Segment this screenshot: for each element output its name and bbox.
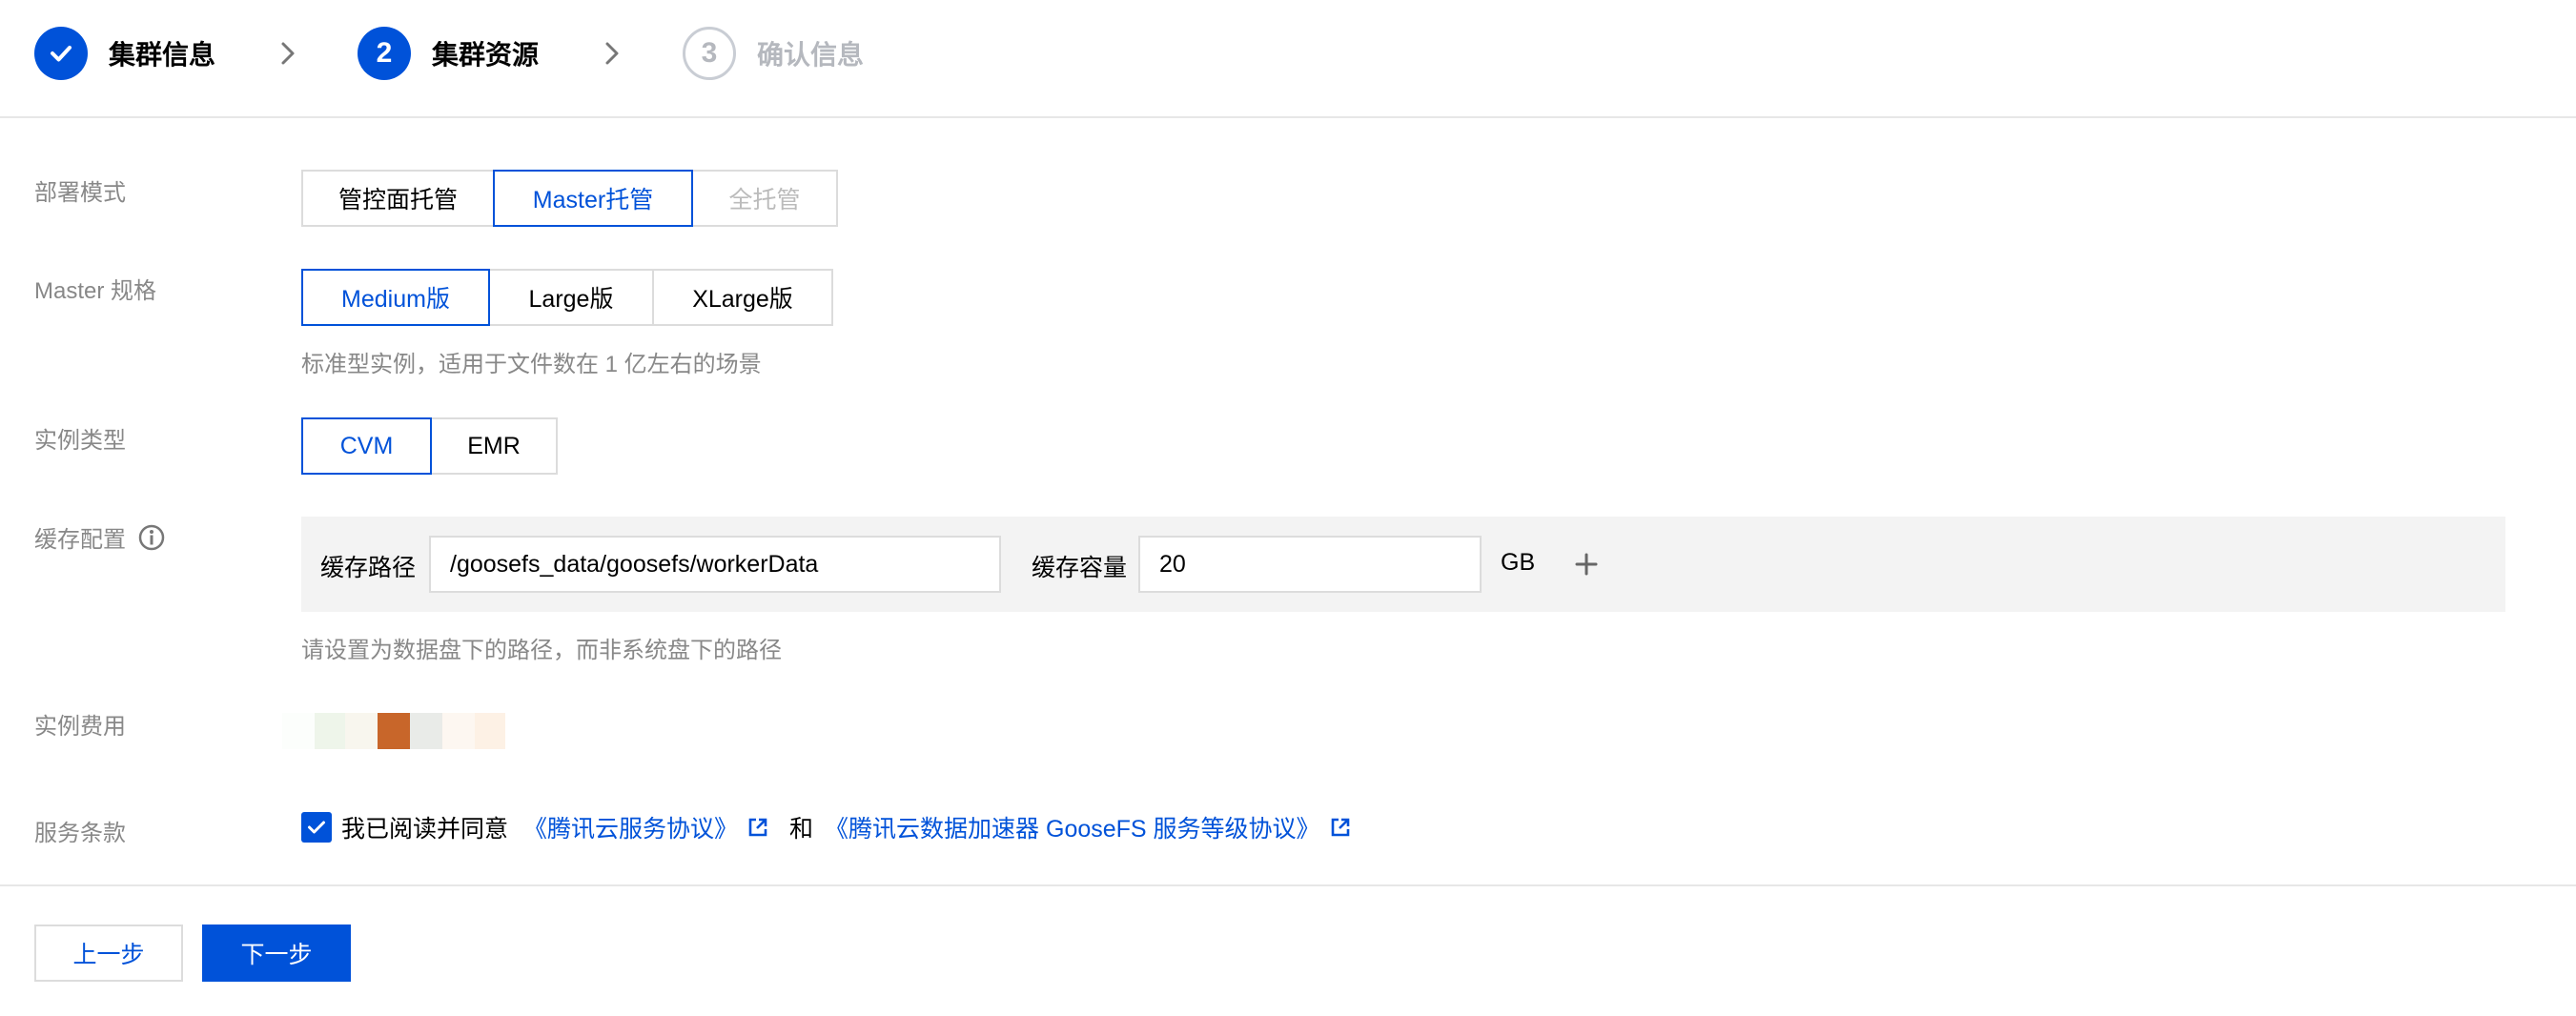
- cache-config-panel: 缓存路径 /goosefs_data/goosefs/workerData 缓存…: [301, 517, 2505, 612]
- step-label: 确认信息: [757, 40, 865, 70]
- step-number-circle: 2: [358, 27, 411, 80]
- external-link-icon[interactable]: [747, 817, 768, 838]
- cache-capacity-label: 缓存容量: [1032, 555, 1128, 581]
- master-spec-label: Master 规格: [34, 278, 157, 304]
- terms-and-text: 和: [789, 816, 814, 843]
- steps-bar: 集群信息 2 集群资源 3 确认信息: [0, 0, 2576, 118]
- deploy-mode-label: 部署模式: [34, 180, 126, 206]
- terms-prefix-text: 我已阅读并同意: [341, 816, 509, 843]
- step-confirm-info: 3 确认信息: [683, 27, 864, 80]
- cache-capacity-input[interactable]: 20: [1138, 536, 1482, 593]
- terms-checkbox[interactable]: [301, 812, 332, 843]
- instance-type-selector: CVM EMR: [301, 417, 558, 475]
- master-spec-option-medium[interactable]: Medium版: [301, 269, 490, 326]
- instance-type-label: 实例类型: [34, 428, 126, 454]
- prev-step-button[interactable]: 上一步: [34, 925, 183, 982]
- step-cluster-info[interactable]: 集群信息: [34, 27, 215, 80]
- cache-path-input[interactable]: /goosefs_data/goosefs/workerData: [429, 536, 1001, 593]
- cache-config-label: 缓存配置: [34, 520, 166, 554]
- chevron-right-icon: [605, 42, 619, 65]
- step-label: 集群资源: [432, 40, 540, 70]
- instance-fee-label: 实例费用: [34, 714, 126, 740]
- terms-agreement-row: 我已阅读并同意 《腾讯云服务协议》 和 《腾讯云数据加速器 GooseFS 服务…: [301, 812, 1372, 843]
- instance-type-option-cvm[interactable]: CVM: [301, 417, 432, 475]
- cache-config-label-text: 缓存配置: [34, 527, 126, 553]
- add-cache-icon[interactable]: [1573, 551, 1600, 578]
- step-cluster-resource[interactable]: 2 集群资源: [358, 27, 539, 80]
- step-number-circle: 3: [683, 27, 736, 80]
- deploy-mode-option-master[interactable]: Master托管: [493, 170, 693, 227]
- step-label: 集群信息: [109, 40, 216, 70]
- service-agreement-link[interactable]: 《腾讯云服务协议》: [523, 810, 738, 844]
- deploy-mode-option-control-plane[interactable]: 管控面托管: [301, 170, 495, 227]
- deploy-mode-option-full: 全托管: [691, 170, 838, 227]
- instance-type-option-emr[interactable]: EMR: [430, 417, 558, 475]
- footer-divider: [0, 884, 2576, 886]
- terms-label: 服务条款: [34, 821, 126, 846]
- cache-config-hint: 请设置为数据盘下的路径，而非系统盘下的路径: [301, 638, 782, 663]
- chevron-right-icon: [281, 42, 295, 65]
- check-icon: [308, 821, 325, 834]
- master-spec-option-large[interactable]: Large版: [488, 269, 654, 326]
- next-step-button[interactable]: 下一步: [202, 925, 351, 982]
- sla-agreement-link[interactable]: 《腾讯云数据加速器 GooseFS 服务等级协议》: [825, 810, 1320, 844]
- master-spec-selector: Medium版 Large版 XLarge版: [301, 269, 833, 326]
- instance-fee-blurred-value: [282, 713, 505, 749]
- step-done-circle: [34, 27, 88, 80]
- master-spec-hint: 标准型实例，适用于文件数在 1 亿左右的场景: [301, 352, 762, 377]
- info-icon[interactable]: [137, 523, 166, 552]
- cache-path-label: 缓存路径: [320, 555, 417, 581]
- external-link-icon[interactable]: [1330, 817, 1351, 838]
- cache-capacity-unit: GB: [1501, 549, 1536, 576]
- deploy-mode-selector: 管控面托管 Master托管 全托管: [301, 170, 838, 227]
- check-icon: [51, 46, 72, 62]
- cluster-resource-page: 集群信息 2 集群资源 3 确认信息 部署模式 管控面托管 Master托管 全…: [0, 0, 2576, 1016]
- master-spec-option-xlarge[interactable]: XLarge版: [652, 269, 833, 326]
